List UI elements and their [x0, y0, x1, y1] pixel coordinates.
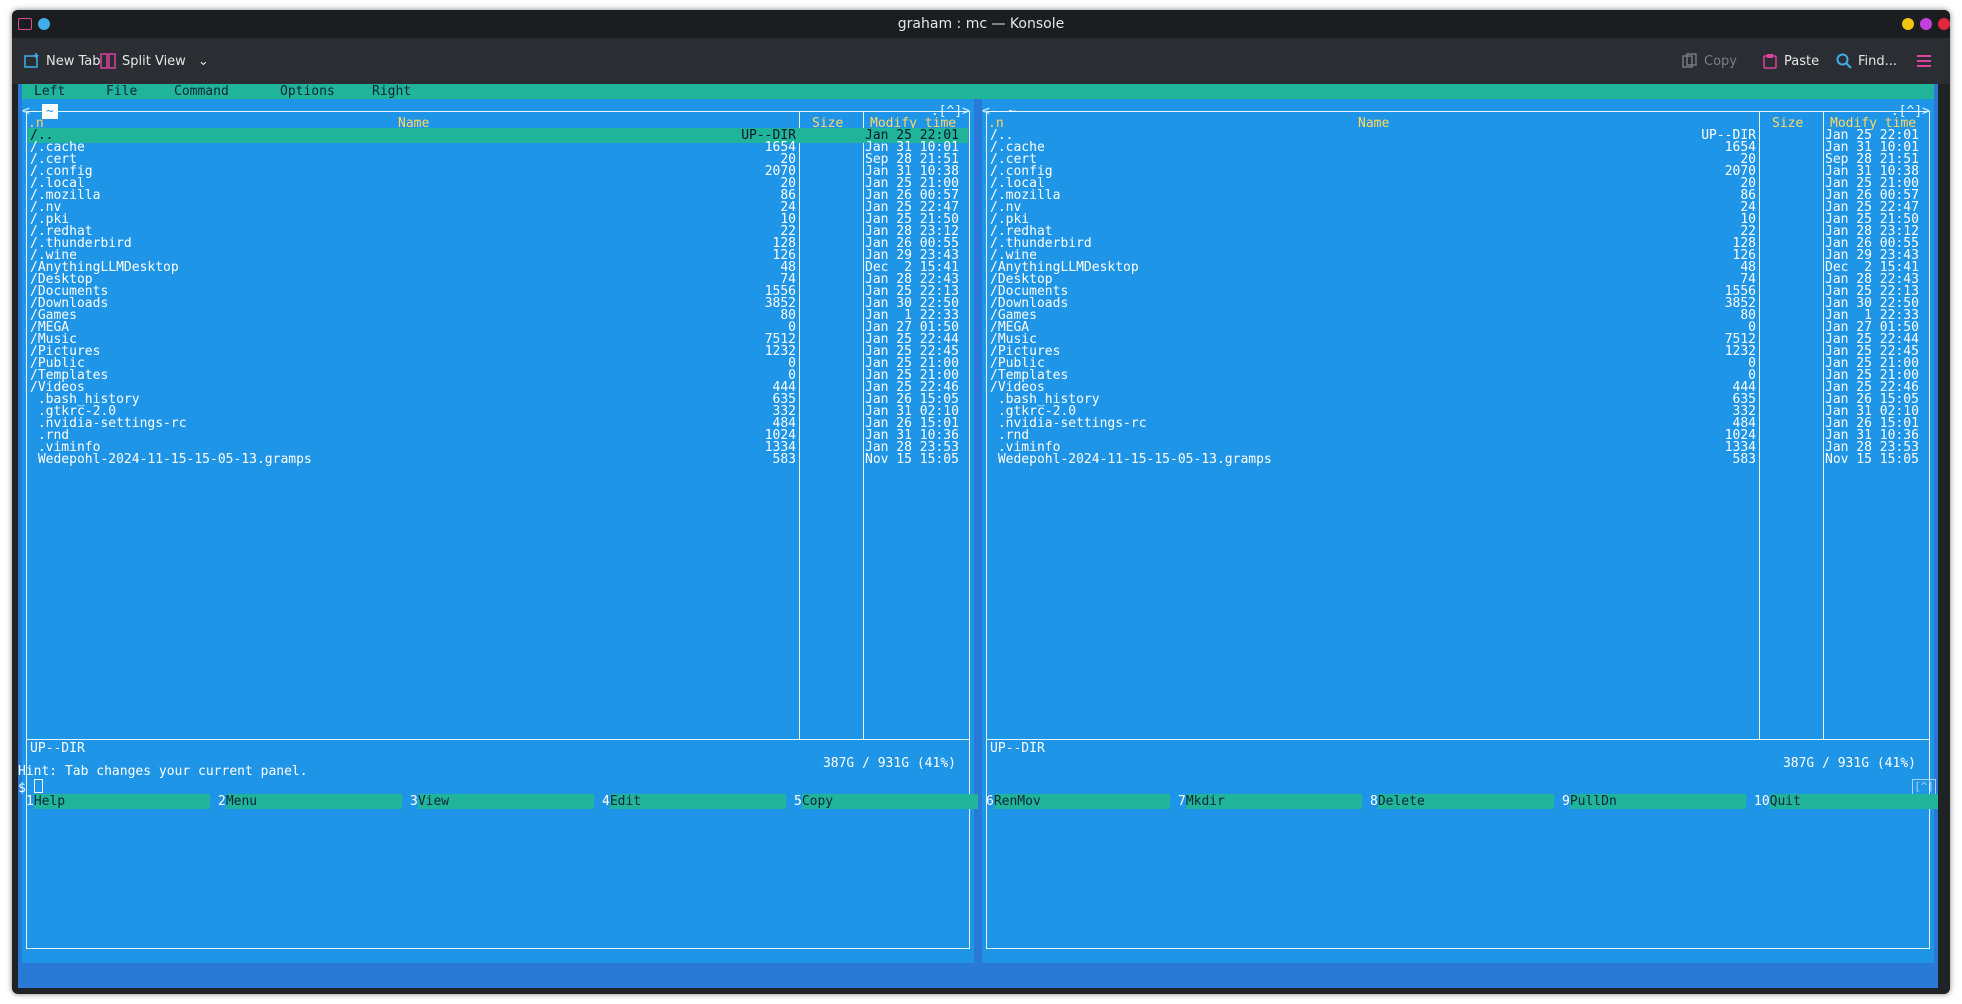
menu-left[interactable]: Left [34, 84, 65, 99]
file-name: Wedepohl-2024-11-15-15-05-13.gramps [30, 452, 312, 467]
find-button[interactable]: Find... [1836, 50, 1897, 72]
fkey-label: RenMov [993, 794, 1170, 809]
split-view-label: Split View [122, 53, 186, 69]
paste-icon [1763, 54, 1777, 69]
fkey-number: 4 [602, 794, 610, 809]
fkey-copy[interactable]: 5Copy [794, 794, 978, 809]
chevron-down-icon: ⌄ [197, 53, 209, 69]
split-view-button[interactable]: Split View ⌄ [100, 50, 209, 72]
left-mini-status: UP--DIR [30, 741, 85, 756]
fkey-quit[interactable]: 10Quit [1754, 794, 1938, 809]
fkey-number: 6 [986, 794, 994, 809]
konsole-window: graham : mc — Konsole New Tab Split View… [12, 10, 1950, 994]
paste-button[interactable]: Paste [1762, 50, 1819, 72]
split-view-icon [100, 53, 116, 69]
fkey-number: 2 [218, 794, 226, 809]
fkey-help[interactable]: 1Help [26, 794, 210, 809]
paste-label: Paste [1784, 53, 1820, 69]
hamburger-menu-icon [1917, 55, 1931, 67]
file-mtime: Nov 15 15:05 [1825, 452, 1919, 467]
right-mini-status: UP--DIR [990, 741, 1045, 756]
minimize-button[interactable] [1902, 18, 1914, 30]
hamburger-menu-button[interactable] [1916, 50, 1932, 72]
fkey-label: Delete [1377, 794, 1554, 809]
fkey-number: 9 [1562, 794, 1570, 809]
maximize-button[interactable] [1920, 18, 1932, 30]
new-tab-label: New Tab [46, 53, 101, 69]
copy-label: Copy [1704, 53, 1737, 69]
fkey-label: Edit [609, 794, 786, 809]
right-panel-path: ~ [1008, 104, 1016, 119]
fkey-number: 10 [1754, 794, 1770, 809]
new-tab-icon [24, 53, 39, 68]
toolbar: New Tab Split View ⌄ Copy Paste Find... [12, 38, 1950, 84]
fkey-renmov[interactable]: 6RenMov [986, 794, 1170, 809]
fkey-mkdir[interactable]: 7Mkdir [1178, 794, 1362, 809]
left-panel-path: ~ [42, 104, 58, 119]
new-tab-button[interactable]: New Tab [24, 50, 101, 72]
file-mtime: Nov 15 15:05 [865, 452, 959, 467]
search-icon [1836, 53, 1852, 69]
find-label: Find... [1858, 53, 1898, 69]
right-free-space: 387G / 931G (41%) [1778, 756, 1920, 771]
file-name: Wedepohl-2024-11-15-15-05-13.gramps [990, 452, 1272, 467]
menu-file[interactable]: File [106, 84, 137, 99]
fkey-number: 7 [1178, 794, 1186, 809]
fkey-label: Mkdir [1185, 794, 1362, 809]
fkey-label: Help [33, 794, 210, 809]
menu-command[interactable]: Command [174, 84, 229, 99]
menu-options[interactable]: Options [280, 84, 335, 99]
function-key-bar: 1Help 2Menu 3View 4Edit 5Copy 6RenMov 7Mkdir 8D… [18, 794, 1938, 809]
fkey-view[interactable]: 3View [410, 794, 594, 809]
left-panel[interactable]: <- ~ .[^]> .n Name Size Modify time /.. U… [22, 99, 974, 963]
fkey-number: 5 [794, 794, 802, 809]
fkey-label: Quit [1769, 794, 1938, 809]
fkey-number: 1 [26, 794, 34, 809]
copy-icon [1682, 53, 1697, 68]
fkey-delete[interactable]: 8Delete [1370, 794, 1554, 809]
right-panel[interactable]: <- ~ .[^]> .n Name Size Modify time /.. U… [982, 99, 1934, 963]
copy-button[interactable]: Copy [1682, 50, 1737, 72]
fkey-pulldn[interactable]: 9PullDn [1562, 794, 1746, 809]
file-size: 583 [772, 452, 796, 467]
fkey-label: PullDn [1569, 794, 1746, 809]
mc-menubar: Left File Command Options Right [22, 84, 1934, 99]
hint-line: Hint: Tab changes your current panel. [18, 764, 308, 779]
fkey-label: Menu [225, 794, 402, 809]
fkey-label: Copy [801, 794, 978, 809]
text-cursor [33, 779, 43, 793]
fkey-menu[interactable]: 2Menu [218, 794, 402, 809]
fkey-label: View [417, 794, 594, 809]
file-size: 583 [1732, 452, 1756, 467]
window-title: graham : mc — Konsole [897, 16, 1065, 32]
file-row[interactable]: Wedepohl-2024-11-15-15-05-13.gramps 583 No… [28, 452, 968, 467]
title-bar: graham : mc — Konsole [12, 10, 1950, 38]
terminal-area[interactable]: Left File Command Options Right <- ~ .[^… [18, 84, 1938, 988]
fkey-edit[interactable]: 4Edit [602, 794, 786, 809]
left-free-space: 387G / 931G (41%) [818, 756, 960, 771]
file-row[interactable]: Wedepohl-2024-11-15-15-05-13.gramps 583 No… [988, 452, 1928, 467]
menu-right[interactable]: Right [372, 84, 411, 99]
fkey-number: 8 [1370, 794, 1378, 809]
close-button[interactable] [1938, 18, 1950, 30]
fkey-number: 3 [410, 794, 418, 809]
corner-menu-button[interactable]: [^] [1912, 779, 1936, 795]
